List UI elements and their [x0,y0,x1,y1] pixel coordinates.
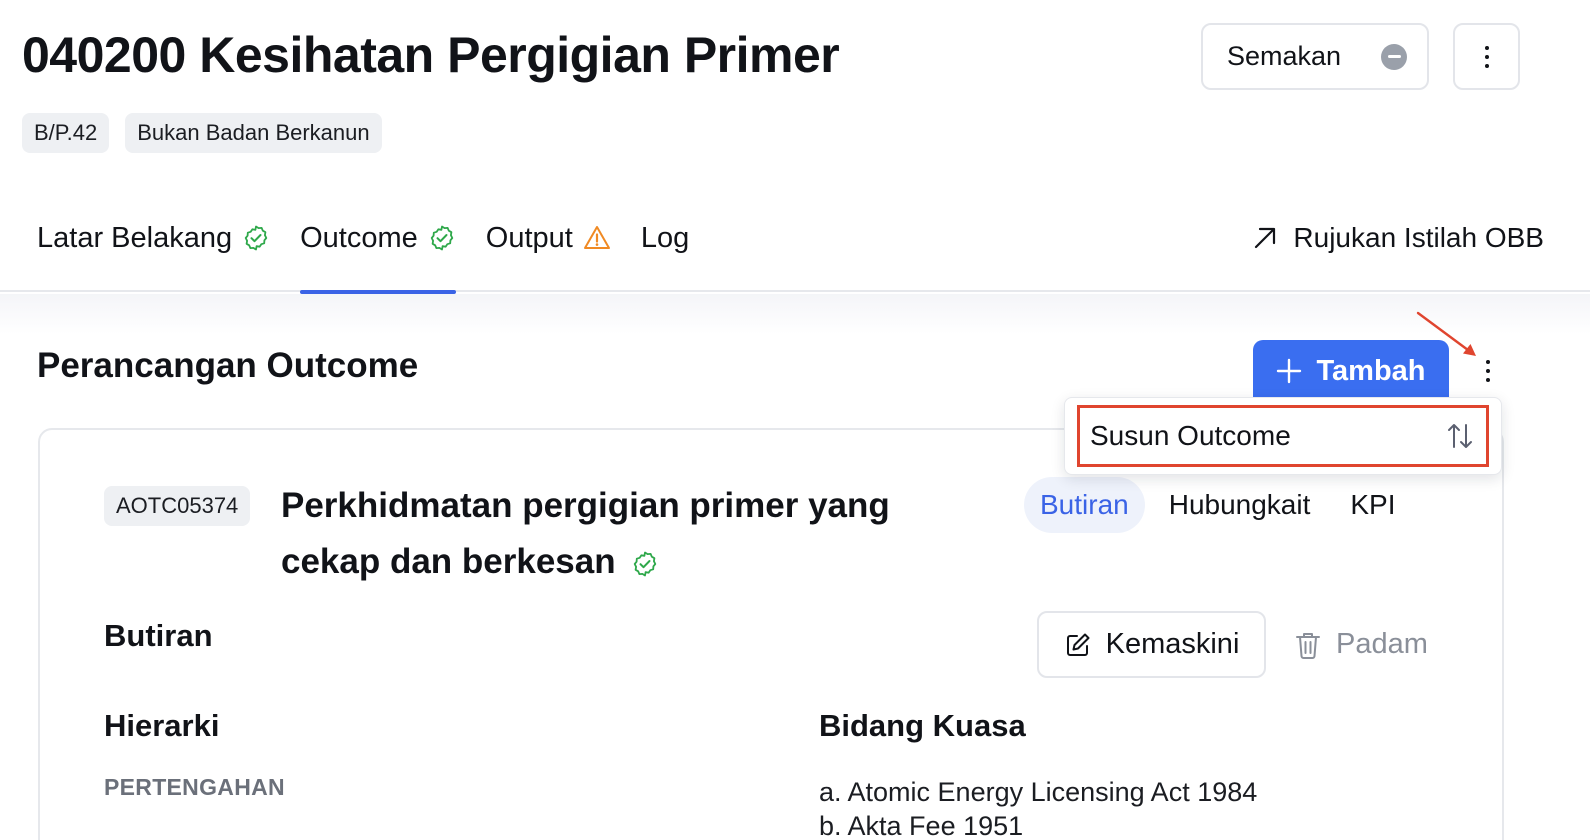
tab-label: Log [640,221,690,254]
status-review-label: Semakan [1227,41,1342,71]
hierarchy-heading: Hierarki [104,708,220,743]
main-tabs: Latar Belakang Outcome Output Log [37,212,719,294]
edit-button[interactable]: Kemaskini [1037,611,1266,678]
delete-button[interactable]: Padam [1294,611,1428,678]
external-arrow-icon [1255,227,1276,249]
card-tab-hubungkait[interactable]: Hubungkait [1153,477,1327,533]
section-title: Perancangan Outcome [37,346,419,385]
edit-button-label: Kemaskini [1105,628,1240,660]
status-review-button[interactable]: Semakan [1201,23,1429,90]
more-options-menu: Susun Outcome [1064,397,1502,475]
delete-button-label: Padam [1336,628,1428,660]
trash-icon [1296,632,1320,659]
sort-icon [1448,424,1472,448]
minus-circle-icon [1381,43,1408,70]
edit-icon [1066,633,1090,656]
header-more-button[interactable] [1453,23,1520,90]
tag-code: B/P.42 [22,113,110,153]
more-vertical-icon [1484,45,1489,68]
reference-link[interactable]: Rujukan Istilah OBB [1251,222,1544,254]
check-badge-icon [634,551,657,577]
menu-item-label: Susun Outcome [1090,420,1291,451]
tab-label: Latar Belakang [37,221,233,254]
list-item: b. Akta Fee 1951 [819,811,1024,840]
add-outcome-label: Tambah [1316,354,1426,387]
reference-link-label: Rujukan Istilah OBB [1293,222,1544,253]
annotation-arrow-icon [1416,311,1476,356]
plus-icon [1277,358,1302,384]
more-vertical-icon [1486,360,1490,382]
outcome-title: Perkhidmatan pergigian primer yang cekap… [281,478,961,590]
warning-icon [583,226,610,249]
hierarchy-value: PERTENGAHAN [104,774,285,800]
tab-label: Outcome [300,221,418,254]
page-title: 040200 Kesihatan Pergigian Primer [22,27,840,83]
card-tab-kpi[interactable]: KPI [1334,477,1411,533]
tab-latar-belakang[interactable]: Latar Belakang [37,212,270,292]
details-heading: Butiran [104,618,213,653]
tag-list: B/P.42 Bukan Badan Berkanun [22,113,382,153]
page-header: 040200 Kesihatan Pergigian Primer B/P.42… [0,0,1590,294]
check-badge-icon [430,225,453,251]
list-item: a. Atomic Energy Licensing Act 1984 [819,777,1258,807]
authority-heading: Bidang Kuasa [819,708,1026,743]
tab-label: Output [485,221,573,254]
authority-list: a. Atomic Energy Licensing Act 1984 b. A… [819,775,1257,840]
tab-output[interactable]: Output [486,212,611,292]
card-tabs: Butiran Hubungkait KPI [1024,477,1412,533]
tab-outcome[interactable]: Outcome [300,212,456,294]
card-tab-butiran[interactable]: Butiran [1024,477,1145,533]
tag-type: Bukan Badan Berkanun [125,113,382,153]
outcome-card: AOTC05374 Perkhidmatan pergigian primer … [38,428,1504,840]
outcome-code-badge: AOTC05374 [104,486,251,526]
outcome-title-text: Perkhidmatan pergigian primer yang cekap… [281,486,890,581]
menu-item-sort-outcome[interactable]: Susun Outcome [1077,405,1489,467]
check-badge-icon [244,225,268,251]
tab-log[interactable]: Log [641,212,689,292]
